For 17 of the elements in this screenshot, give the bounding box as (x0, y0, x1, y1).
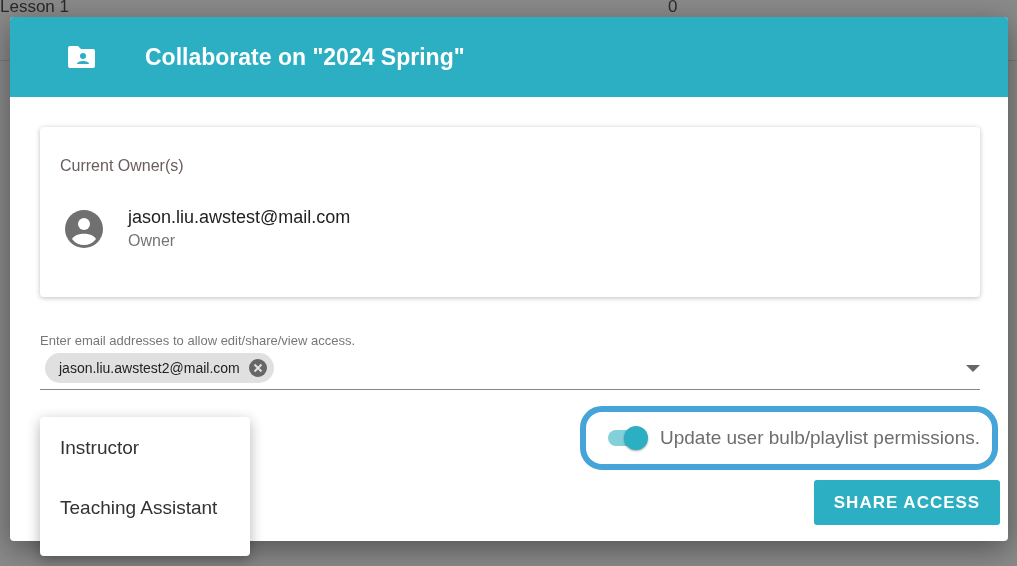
email-field[interactable]: jason.liu.awstest2@mail.com (40, 353, 980, 390)
email-chip[interactable]: jason.liu.awstest2@mail.com (45, 353, 274, 383)
owners-heading: Current Owner(s) (60, 157, 184, 174)
dialog-title: Collaborate on "2024 Spring" (145, 43, 465, 71)
switch-label: Update user bulb/playlist permissions. (660, 427, 980, 449)
dropdown-caret-icon[interactable] (966, 365, 980, 372)
shared-folder-icon (68, 46, 95, 68)
menu-item[interactable]: Instructor (40, 437, 250, 497)
table-cell-text: 0 (668, 0, 679, 17)
permission-switch[interactable] (606, 424, 650, 452)
field-label: Enter email addresses to allow edit/share/view access. (40, 333, 357, 348)
table-cell-text: Lesson 1 (0, 0, 70, 17)
remove-icon[interactable] (247, 358, 268, 378)
menu-item[interactable]: Teaching Assistant (40, 496, 250, 556)
owner-role: Owner (128, 232, 177, 250)
account-circle-icon (64, 208, 104, 249)
owner-email: jason.liu.awstest@mail.com (128, 207, 351, 228)
